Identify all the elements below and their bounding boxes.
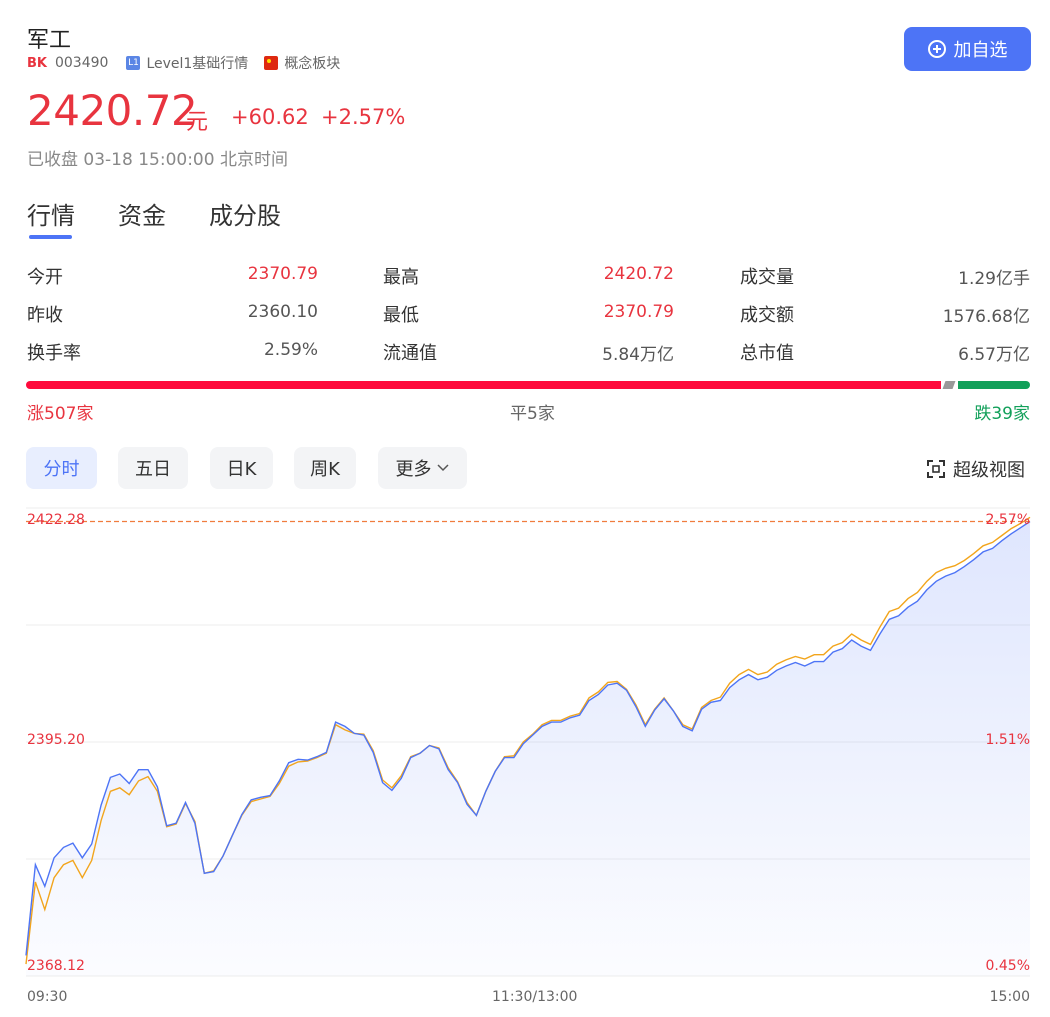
super-view-button[interactable]: 超级视图 [927,456,1025,482]
stat-value: 1.29亿手 [958,269,1030,289]
y-tick-right: 2.57% [985,512,1030,528]
period-more-button[interactable]: 更多 [378,447,467,489]
flat-bar [942,381,956,389]
stat-label: 昨收 [27,305,63,326]
y-tick-right: 1.51% [985,732,1030,748]
price-change-pct: +2.57% [321,105,406,129]
decline-bar [958,381,1030,389]
stat-label: 总市值 [740,343,794,364]
china-flag-icon [264,56,279,70]
y-tick-left: 2368.12 [27,958,85,974]
tab-active-indicator [29,235,72,239]
fullscreen-icon [927,460,945,478]
period-weekly-button[interactable]: 周K [294,447,356,489]
tab-quote[interactable]: 行情 [27,196,75,231]
bk-tag: BK [27,55,47,71]
price-unit: 元 [186,110,209,135]
more-label: 更多 [395,459,432,480]
plus-circle-icon [927,40,946,58]
advance-bar [26,381,941,389]
y-tick-right: 0.45% [985,958,1030,974]
y-tick-left: 2422.28 [27,512,85,528]
current-price: 2420.72 [27,86,198,135]
price-change: +60.62 [231,105,309,129]
level-text: Level1基础行情 [146,56,249,72]
stat-value: 1576.68亿 [942,307,1030,327]
chevron-down-icon [436,464,449,472]
stat-value: 2370.79 [603,302,674,322]
x-tick: 09:30 [27,989,68,1005]
add-watchlist-label: 加自选 [953,40,1008,61]
stat-label: 今开 [27,267,63,288]
tab-funds[interactable]: 资金 [118,196,166,231]
period-daily-button[interactable]: 日K [210,447,273,489]
stat-label: 最低 [383,305,419,326]
decline-count: 跌39家 [974,404,1030,424]
stat-label: 成交额 [740,305,794,326]
tab-constituents[interactable]: 成分股 [209,196,281,231]
flat-count: 平5家 [510,404,555,424]
super-view-label: 超级视图 [953,460,1025,481]
stat-label: 换手率 [27,343,81,364]
stat-value: 5.84万亿 [602,345,674,365]
x-tick: 11:30/13:00 [492,989,578,1005]
concept-text[interactable]: 概念板块 [284,53,340,73]
level1-icon: L1 [126,56,141,70]
advance-count: 涨507家 [27,404,94,424]
intraday-chart[interactable] [0,500,1050,990]
x-tick: 15:00 [989,989,1030,1005]
stat-value: 2.59% [263,340,318,360]
page-title: 军工 [27,28,72,53]
stat-label: 最高 [383,267,419,288]
stock-meta: BK 003490 L1 Level1基础行情 概念板块 [27,53,340,73]
market-status: 已收盘 03-18 15:00:00 北京时间 [27,150,288,170]
stat-label: 流通值 [383,343,437,364]
price-area [26,521,1030,976]
period-intraday-button[interactable]: 分时 [26,447,97,489]
stat-value: 2360.10 [247,302,318,322]
stat-label: 成交量 [740,267,794,288]
stat-value: 2370.79 [247,264,318,284]
period-5day-button[interactable]: 五日 [118,447,188,489]
y-tick-left: 2395.20 [27,732,85,748]
stock-code: 003490 [54,55,109,71]
stat-value: 2420.72 [603,264,674,284]
add-watchlist-button[interactable]: 加自选 [904,27,1031,71]
stat-value: 6.57万亿 [958,345,1030,365]
